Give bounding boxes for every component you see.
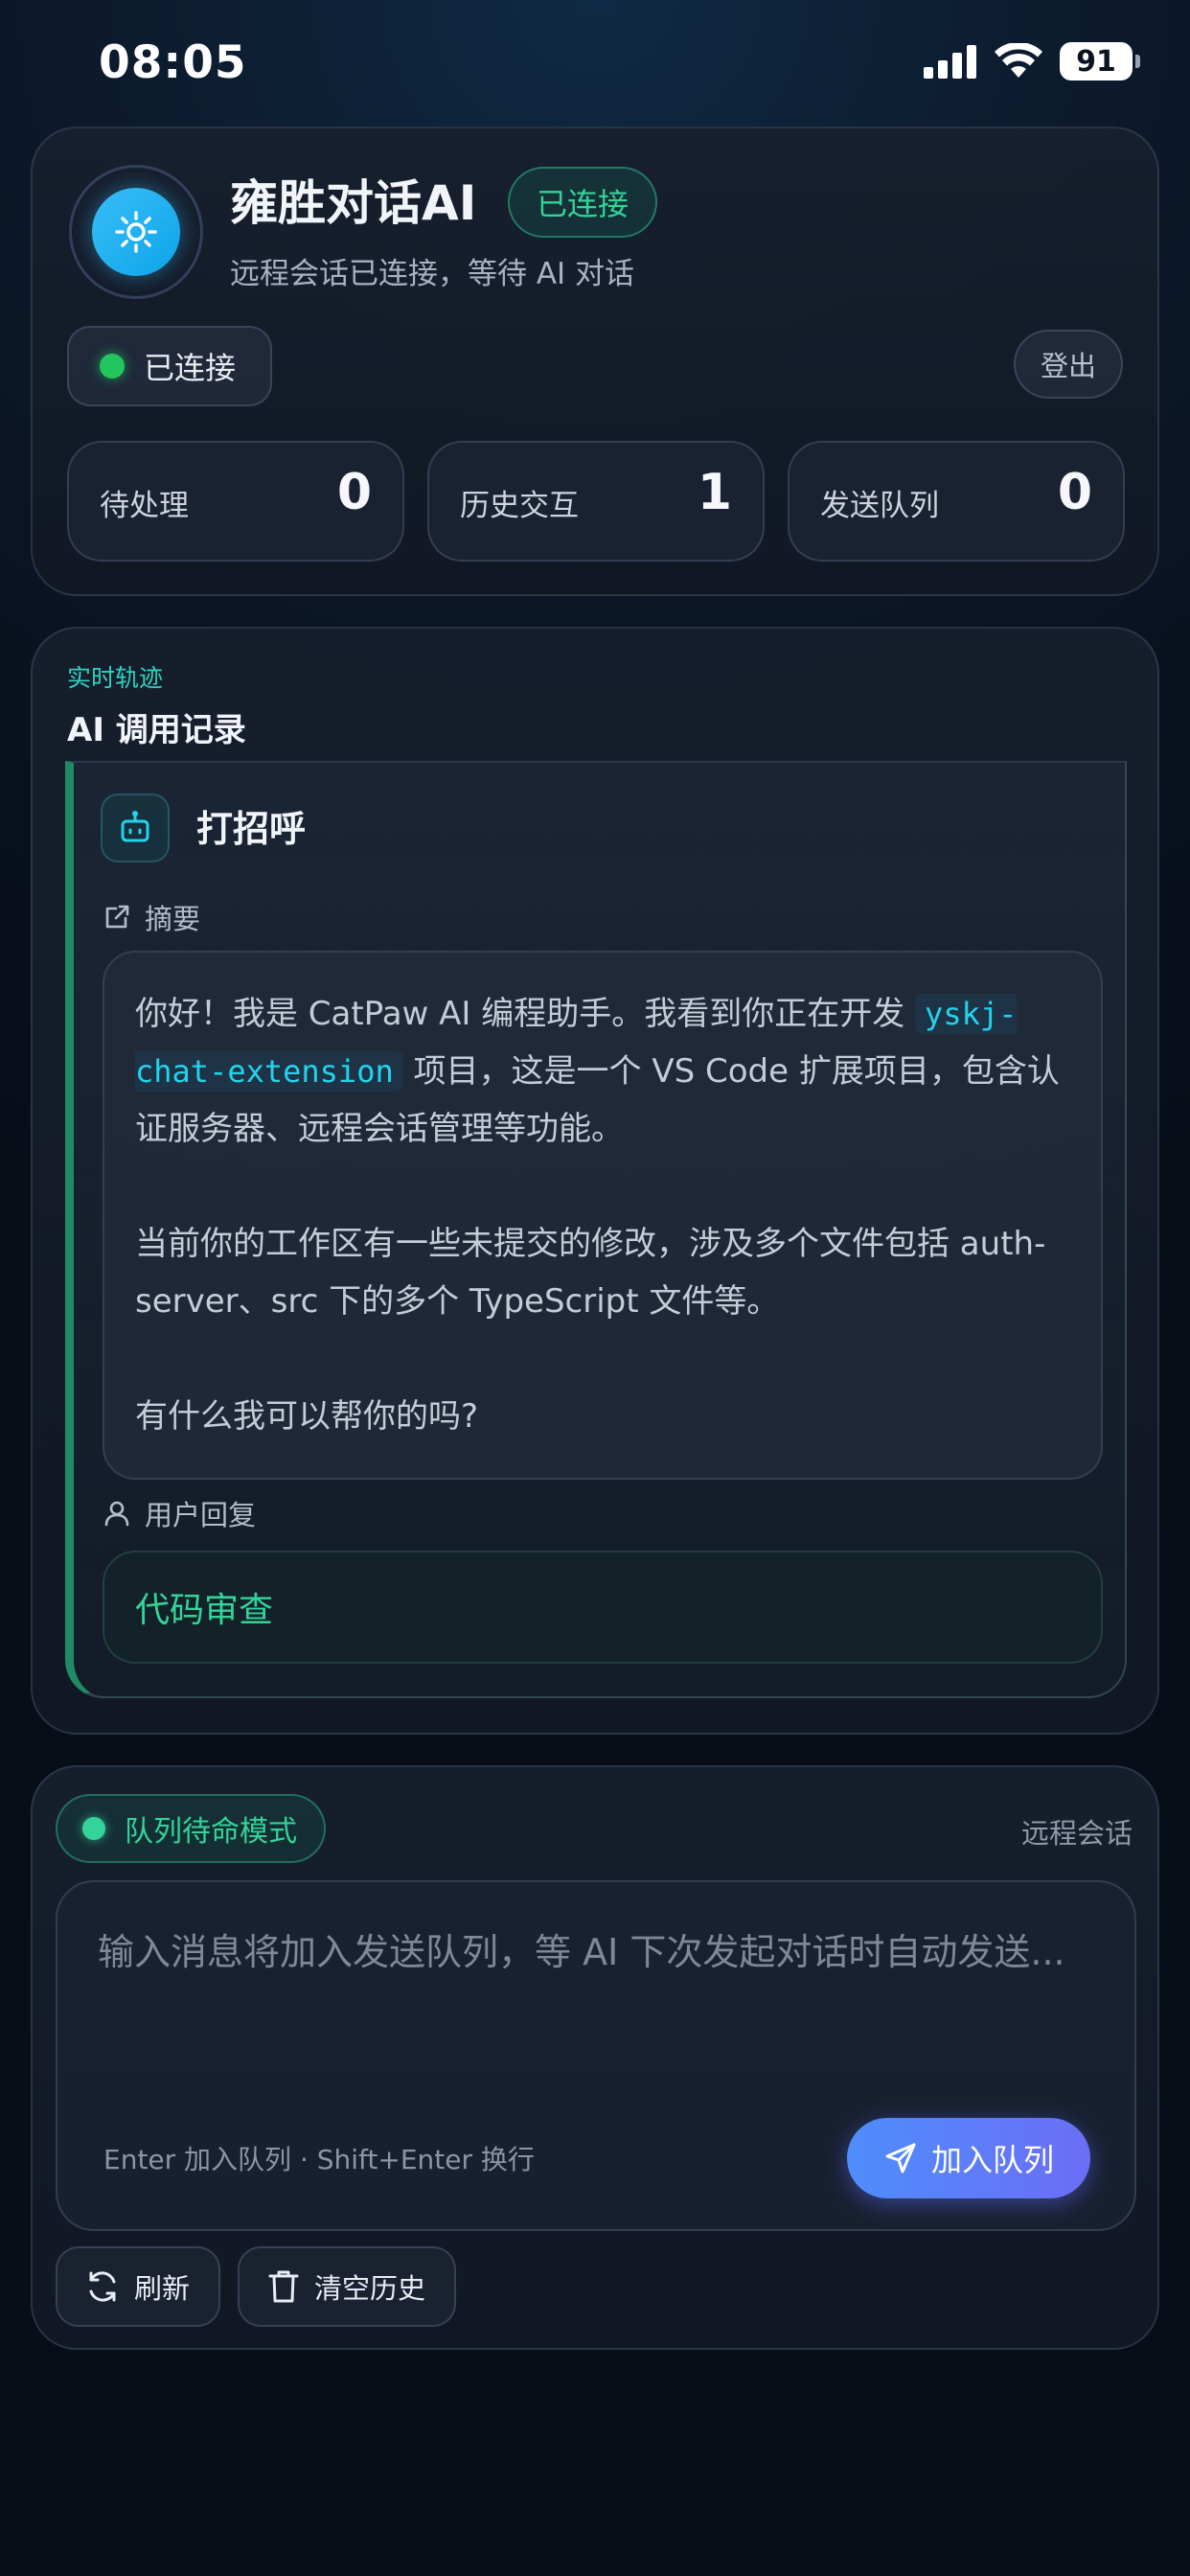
summary-paragraph-2: 当前你的工作区有一些未提交的修改，涉及多个文件包括 auth-server、sr… <box>135 1225 1046 1321</box>
connection-status-label: 已连接 <box>144 350 237 386</box>
clear-history-button[interactable]: 清空历史 <box>238 2246 457 2327</box>
stat-pending: 待处理 0 <box>67 441 404 562</box>
record-title: 打招呼 <box>196 808 307 850</box>
summary-label: 摘要 <box>145 903 201 935</box>
message-input[interactable] <box>98 1920 1094 2064</box>
summary-paragraph-1: 你好！我是 CatPaw AI 编程助手。我看到你正在开发 yskj-chat-… <box>135 994 1060 1148</box>
queue-mode-label: 队列待命模式 <box>125 1815 297 1849</box>
stat-label: 待处理 <box>100 489 189 523</box>
stat-send-queue: 发送队列 0 <box>788 441 1125 562</box>
stat-history: 历史交互 1 <box>427 441 765 562</box>
reply-header: 用户回复 <box>103 1493 256 1533</box>
stat-value: 0 <box>336 464 372 521</box>
summary-paragraph-3: 有什么我可以帮你的吗? <box>135 1397 479 1436</box>
keyboard-hint: Enter 加入队列 · Shift+Enter 换行 <box>103 2144 535 2175</box>
refresh-icon <box>89 2271 116 2302</box>
logout-button[interactable]: 登出 <box>1014 330 1123 399</box>
remote-session-label: 远程会话 <box>1020 1817 1133 1850</box>
enqueue-label: 加入队列 <box>930 2142 1054 2178</box>
status-dot-icon <box>100 354 125 379</box>
section-eyebrow: 实时轨迹 <box>67 664 164 692</box>
mode-dot-icon <box>82 1817 105 1840</box>
enqueue-button[interactable]: 加入队列 <box>847 2118 1090 2198</box>
app-title: 雍胜对话AI <box>230 175 477 231</box>
record-item: 打招呼 摘要 你好！我是 CatPaw AI 编程助手。我看到你正在开发 ysk… <box>65 761 1127 1698</box>
header-subtitle: 远程会话已连接，等待 AI 对话 <box>230 257 635 291</box>
reply-label: 用户回复 <box>145 1499 257 1531</box>
external-link-icon <box>105 905 129 929</box>
cellular-signal-icon <box>924 45 976 79</box>
refresh-label: 刷新 <box>134 2272 191 2305</box>
user-reply: 代码审查 <box>103 1551 1103 1664</box>
send-icon <box>885 2143 916 2174</box>
refresh-button[interactable]: 刷新 <box>56 2246 221 2327</box>
connection-badge: 已连接 <box>508 167 658 238</box>
stat-label: 发送队列 <box>820 489 939 523</box>
app-logo <box>69 165 203 299</box>
wifi-icon <box>995 43 1042 78</box>
stat-value: 0 <box>1057 464 1092 521</box>
connection-status-pill: 已连接 <box>67 326 273 406</box>
sun-icon <box>115 211 157 253</box>
user-icon <box>104 1501 129 1527</box>
summary-header: 摘要 <box>103 897 200 937</box>
robot-icon <box>121 811 149 842</box>
queue-mode-pill: 队列待命模式 <box>56 1794 326 1863</box>
clear-history-label: 清空历史 <box>314 2272 426 2305</box>
status-icons: 91 <box>924 42 1140 80</box>
composer-card: 队列待命模式 远程会话 Enter 加入队列 · Shift+Enter 换行 … <box>31 1765 1159 2350</box>
battery-indicator: 91 <box>1060 42 1140 80</box>
stat-value: 1 <box>697 464 732 521</box>
header-card: 雍胜对话AI 已连接 远程会话已连接，等待 AI 对话 已连接 登出 待处理 0… <box>31 126 1159 596</box>
message-composer: Enter 加入队列 · Shift+Enter 换行 加入队列 <box>56 1880 1136 2231</box>
section-title: AI 调用记录 <box>67 711 246 749</box>
summary-box: 你好！我是 CatPaw AI 编程助手。我看到你正在开发 yskj-chat-… <box>103 951 1103 1480</box>
robot-icon-wrap <box>101 794 170 862</box>
status-time: 08:05 <box>99 36 247 89</box>
stat-label: 历史交互 <box>460 489 579 523</box>
trash-icon <box>268 2270 299 2303</box>
records-card: 实时轨迹 AI 调用记录 打招呼 摘要 你好！我是 CatPaw AI 编程助手… <box>31 627 1159 1735</box>
